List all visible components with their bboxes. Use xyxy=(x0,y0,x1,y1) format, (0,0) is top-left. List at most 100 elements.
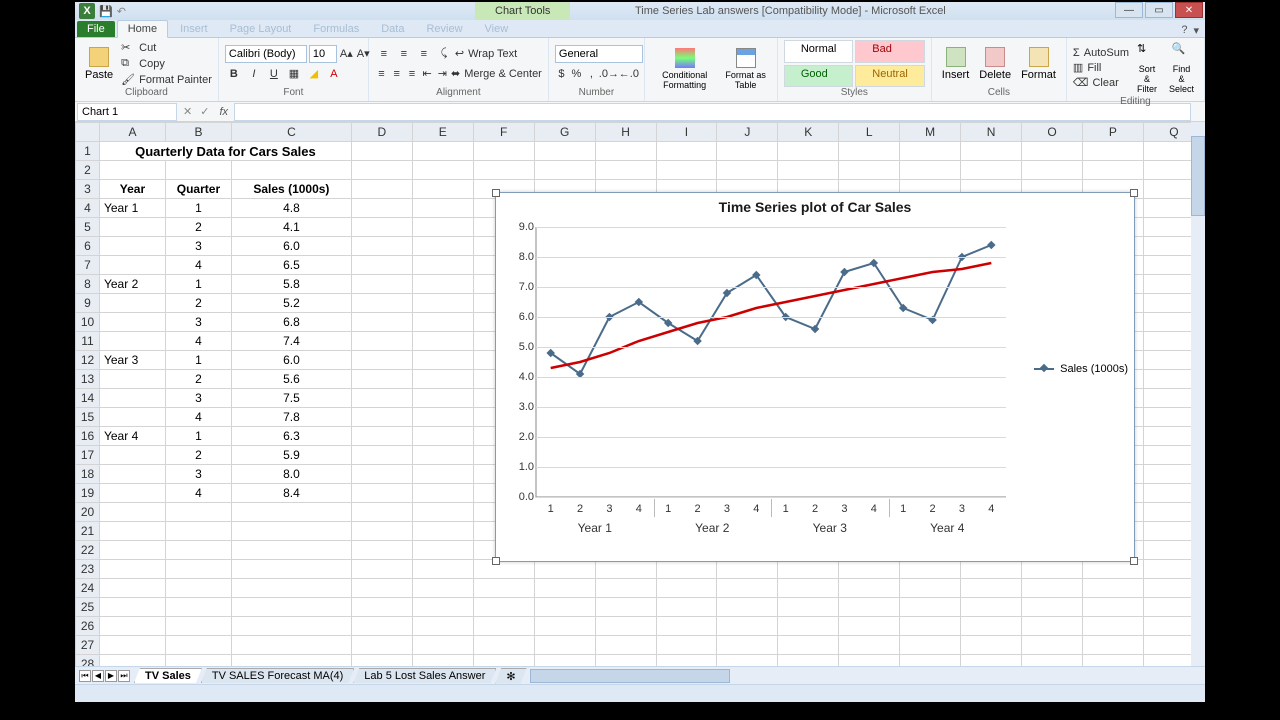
cell[interactable]: 7.5 xyxy=(231,389,351,408)
cell[interactable]: 6.0 xyxy=(231,351,351,370)
cell[interactable] xyxy=(99,598,165,617)
cell[interactable] xyxy=(99,237,165,256)
tab-formulas[interactable]: Formulas xyxy=(303,21,369,37)
cell[interactable] xyxy=(1082,617,1143,636)
cell[interactable] xyxy=(534,142,595,161)
align-middle-icon[interactable]: ≡ xyxy=(395,45,413,63)
font-color-button[interactable]: A xyxy=(325,65,343,83)
row-header[interactable]: 4 xyxy=(76,199,100,218)
cell[interactable] xyxy=(778,560,839,579)
cell[interactable] xyxy=(231,522,351,541)
column-header[interactable]: P xyxy=(1082,123,1143,142)
cell[interactable] xyxy=(99,617,165,636)
cell[interactable] xyxy=(1022,579,1083,598)
cell[interactable] xyxy=(351,180,412,199)
cell[interactable] xyxy=(778,655,839,667)
cell[interactable] xyxy=(412,427,473,446)
cell[interactable] xyxy=(595,560,656,579)
cell[interactable]: 3 xyxy=(165,389,231,408)
chart-object[interactable]: Time Series plot of Car Sales 0.01.02.03… xyxy=(495,192,1135,562)
minimize-button[interactable]: — xyxy=(1115,2,1143,18)
ribbon-minimize-icon[interactable]: ▾ xyxy=(1193,24,1199,37)
decrease-decimal-icon[interactable]: ←.0 xyxy=(620,65,638,83)
column-header[interactable]: I xyxy=(656,123,717,142)
cell[interactable] xyxy=(656,161,717,180)
row-header[interactable]: 20 xyxy=(76,503,100,522)
cell[interactable] xyxy=(231,579,351,598)
cell[interactable] xyxy=(656,598,717,617)
row-header[interactable]: 23 xyxy=(76,560,100,579)
cell[interactable] xyxy=(351,522,412,541)
cell[interactable] xyxy=(412,484,473,503)
cell[interactable] xyxy=(778,636,839,655)
cell[interactable] xyxy=(351,541,412,560)
increase-font-icon[interactable]: A▴ xyxy=(339,45,354,63)
column-header[interactable]: C xyxy=(231,123,351,142)
cell[interactable] xyxy=(351,503,412,522)
style-good[interactable]: Good xyxy=(784,65,853,88)
cell[interactable]: Year 2 xyxy=(99,275,165,294)
cell[interactable]: 7.4 xyxy=(231,332,351,351)
cell[interactable] xyxy=(99,560,165,579)
cell[interactable] xyxy=(717,636,778,655)
style-normal[interactable]: Normal xyxy=(784,40,853,63)
sheet-tab-active[interactable]: TV Sales xyxy=(134,668,202,683)
cell[interactable] xyxy=(839,655,900,667)
cell[interactable] xyxy=(351,161,412,180)
cell[interactable]: Year 3 xyxy=(99,351,165,370)
name-box[interactable] xyxy=(77,103,177,121)
cell[interactable] xyxy=(473,142,534,161)
cell[interactable] xyxy=(99,541,165,560)
cell[interactable] xyxy=(351,617,412,636)
cell[interactable] xyxy=(839,636,900,655)
cell[interactable]: 1 xyxy=(165,351,231,370)
cell[interactable] xyxy=(717,161,778,180)
enter-formula-icon[interactable]: ✓ xyxy=(196,105,213,118)
percent-icon[interactable]: % xyxy=(570,65,583,83)
cell[interactable]: 4 xyxy=(165,484,231,503)
maximize-button[interactable]: ▭ xyxy=(1145,2,1173,18)
cell[interactable] xyxy=(351,332,412,351)
row-header[interactable]: 14 xyxy=(76,389,100,408)
cell[interactable] xyxy=(99,161,165,180)
cell[interactable] xyxy=(900,598,961,617)
cell[interactable] xyxy=(717,655,778,667)
cell[interactable] xyxy=(1022,142,1083,161)
cell[interactable] xyxy=(231,541,351,560)
cell[interactable] xyxy=(473,617,534,636)
merge-center-button[interactable]: ⬌Merge & Center xyxy=(451,67,542,80)
cell[interactable] xyxy=(1022,560,1083,579)
cell[interactable] xyxy=(778,161,839,180)
cell[interactable] xyxy=(99,389,165,408)
cell[interactable] xyxy=(473,579,534,598)
format-as-table-button[interactable]: Format as Table xyxy=(720,40,770,98)
cell[interactable] xyxy=(1022,655,1083,667)
cell[interactable]: 7.8 xyxy=(231,408,351,427)
cell[interactable] xyxy=(412,294,473,313)
orientation-icon[interactable]: ⤹ xyxy=(435,45,453,63)
cell[interactable] xyxy=(412,275,473,294)
cell[interactable]: 3 xyxy=(165,313,231,332)
cell[interactable] xyxy=(839,579,900,598)
column-header[interactable]: M xyxy=(900,123,961,142)
cell[interactable] xyxy=(473,161,534,180)
cell[interactable] xyxy=(778,617,839,636)
vertical-scrollbar[interactable] xyxy=(1191,122,1205,666)
cell[interactable] xyxy=(412,503,473,522)
row-header[interactable]: 18 xyxy=(76,465,100,484)
format-cells-button[interactable]: Format xyxy=(1017,40,1060,87)
cell[interactable] xyxy=(351,199,412,218)
cell[interactable] xyxy=(231,617,351,636)
plot-area[interactable] xyxy=(536,227,1006,497)
cell[interactable] xyxy=(961,560,1022,579)
cell[interactable]: 5.9 xyxy=(231,446,351,465)
cell[interactable] xyxy=(165,560,231,579)
resize-handle[interactable] xyxy=(492,189,500,197)
align-right-icon[interactable]: ≡ xyxy=(405,65,418,83)
cell[interactable] xyxy=(412,199,473,218)
cell[interactable] xyxy=(351,351,412,370)
column-header[interactable]: N xyxy=(961,123,1022,142)
cell[interactable] xyxy=(351,655,412,667)
row-header[interactable]: 21 xyxy=(76,522,100,541)
row-header[interactable]: 11 xyxy=(76,332,100,351)
